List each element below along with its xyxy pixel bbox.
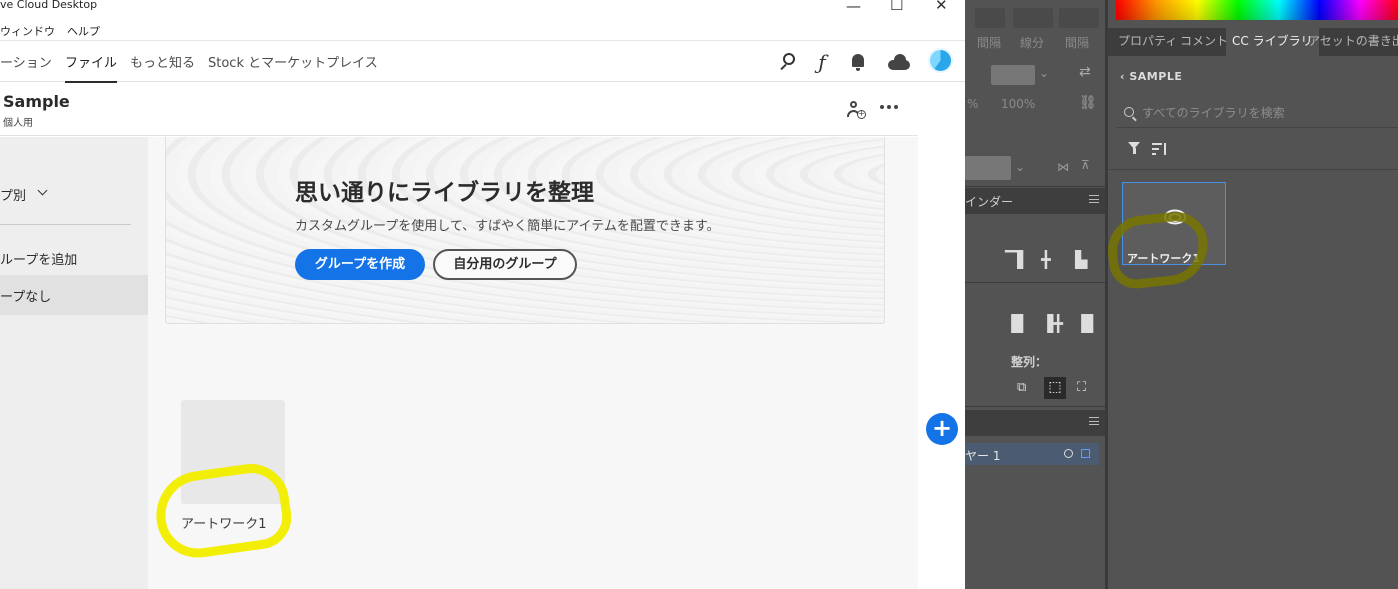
add-group-link[interactable]: ループを追加	[0, 249, 77, 268]
gap-label: 間隔	[1065, 36, 1090, 50]
maximize-icon[interactable]: ☐	[890, 0, 903, 14]
add-button[interactable]: +	[926, 413, 958, 445]
cc-libraries-panel: プロパティ コメント CC ライブラリ アセットの書き出し ‹ SAMPLE ア…	[1105, 0, 1398, 589]
align-to-label: 整列：	[1011, 355, 1048, 369]
dropdown[interactable]	[965, 156, 1011, 180]
search-icon[interactable]	[779, 52, 799, 72]
chevron-down-icon[interactable]	[37, 185, 48, 196]
dropdown[interactable]	[991, 65, 1035, 85]
search-icon	[1124, 107, 1134, 117]
sort-icon[interactable]	[1152, 143, 1168, 157]
line-label: 線分	[1020, 36, 1045, 50]
align-to-selection-icon[interactable]: ⧉	[1017, 380, 1026, 395]
group-by-dropdown[interactable]: プ別	[0, 185, 26, 204]
percent-label: %	[967, 97, 979, 111]
tab-properties[interactable]: プロパティ	[1112, 28, 1183, 56]
tab-asset-export[interactable]: アセットの書き出し	[1302, 28, 1398, 56]
top-nav: ーション ファイル もっと知る Stock とマーケットプレイス ƒ	[0, 40, 965, 83]
sidebar-item-label: ープなし	[0, 290, 52, 305]
banner-title: 思い通りにライブラリを整理	[295, 180, 594, 206]
distribute-right-icon[interactable]: ▐▌	[1075, 314, 1100, 333]
menubar: ウィンドウ ヘルプ	[0, 20, 112, 38]
right-gutter	[918, 82, 965, 589]
percent-field[interactable]: 100%	[1001, 97, 1035, 111]
align-bottom-icon[interactable]: ▙	[1075, 250, 1087, 269]
close-icon[interactable]: ✕	[935, 0, 948, 14]
distribute-center-icon[interactable]: ▐╋	[1041, 314, 1063, 333]
tab-files[interactable]: ファイル	[65, 52, 118, 83]
library-search[interactable]	[1116, 98, 1398, 128]
cc-desktop-window: ve Cloud Desktop — ☐ ✕ ウィンドウ ヘルプ ーション ファイ…	[0, 0, 965, 589]
menu-window[interactable]: ウィンドウ	[0, 25, 55, 38]
selection-square-icon[interactable]	[1081, 449, 1090, 458]
align-middle-icon[interactable]: ╋	[1041, 250, 1051, 269]
unlink-icon[interactable]: ⛓	[1079, 95, 1097, 111]
library-header: Sample 個人用 +	[0, 82, 918, 136]
search-input[interactable]	[1142, 104, 1382, 122]
distribute-icon[interactable]: ⋈	[1057, 160, 1069, 174]
swap-icon[interactable]: ⇄	[1079, 64, 1091, 80]
create-group-button[interactable]: グループを作成	[295, 249, 425, 280]
minimize-icon[interactable]: —	[846, 0, 861, 15]
chevron-down-icon[interactable]: ⌄	[1015, 160, 1025, 174]
field-block[interactable]	[1013, 8, 1053, 28]
titlebar: ve Cloud Desktop — ☐ ✕	[0, 0, 965, 16]
fonts-icon[interactable]: ƒ	[812, 52, 832, 72]
group-sidebar: プ別 ループを追加 ープなし	[0, 137, 148, 589]
chevron-down-icon[interactable]: ⌄	[1039, 66, 1049, 80]
panel-title: インダー	[965, 195, 1014, 209]
align-to-artboard-icon[interactable]: ⛶	[1077, 380, 1086, 395]
pathfinder-panel-header: インダー	[965, 188, 1105, 214]
distribute-left-icon[interactable]: ▐▌	[1005, 314, 1030, 333]
tab-discover[interactable]: もっと知る	[130, 52, 195, 71]
sidebar-item-no-group[interactable]: ープなし	[0, 275, 148, 315]
field-block[interactable]	[975, 8, 1005, 28]
invite-person-icon[interactable]: +	[846, 100, 866, 120]
align-top-icon[interactable]: ▔▌	[1005, 250, 1030, 269]
window-title: ve Cloud Desktop	[0, 0, 98, 11]
filter-icon[interactable]	[1128, 142, 1140, 154]
more-options-icon[interactable]	[880, 105, 898, 109]
layers-panel-header	[965, 410, 1105, 436]
library-name: SAMPLE	[1129, 70, 1183, 83]
panel-menu-icon[interactable]	[1089, 195, 1099, 203]
panel-tabs: プロパティ コメント CC ライブラリ アセットの書き出し	[1108, 28, 1398, 56]
library-toolbar	[1108, 136, 1398, 170]
tab-comments[interactable]: コメント	[1174, 28, 1234, 56]
field-block[interactable]	[1059, 8, 1099, 28]
groups-promo-banner: 思い通りにライブラリを整理 カスタムグループを使用して、すばやく簡単にアイテムを…	[165, 137, 885, 324]
target-icon[interactable]	[1064, 449, 1073, 458]
panel-menu-icon[interactable]	[1089, 417, 1099, 425]
bell-icon[interactable]	[849, 52, 869, 72]
library-owner: 個人用	[3, 118, 33, 129]
tab-apps[interactable]: ーション	[0, 52, 52, 71]
gap-label: 間隔	[977, 36, 1002, 50]
divider	[0, 224, 131, 225]
illustrator-properties-strip: 間隔 線分 間隔 ⌄ ⇄ % 100% ⛓ ⌄ ⋈ ⊼ インダー ▔▌ ╋ ▙ …	[965, 0, 1105, 589]
tab-stock-marketplace[interactable]: Stock とマーケットプレイス	[208, 52, 378, 71]
color-spectrum[interactable]	[1116, 0, 1398, 20]
banner-description: カスタムグループを使用して、すばやく簡単にアイテムを配置できます。	[295, 219, 720, 234]
cloud-icon[interactable]	[887, 52, 910, 72]
avatar[interactable]	[928, 48, 953, 73]
chevron-left-icon: ‹	[1120, 70, 1130, 83]
align-to-key-object-icon[interactable]: ⬚	[1044, 377, 1066, 399]
menu-help[interactable]: ヘルプ	[67, 25, 100, 38]
align-icon[interactable]: ⊼	[1081, 158, 1090, 172]
library-back-link[interactable]: ‹ SAMPLE	[1120, 70, 1182, 83]
library-title: Sample	[3, 92, 70, 111]
my-groups-button[interactable]: 自分用のグループ	[433, 249, 577, 280]
screen: 間隔 線分 間隔 ⌄ ⇄ % 100% ⛓ ⌄ ⋈ ⊼ インダー ▔▌ ╋ ▙ …	[0, 0, 1398, 589]
layer-name: ヤー 1	[965, 449, 1001, 463]
layer-row[interactable]: ヤー 1	[965, 443, 1099, 465]
